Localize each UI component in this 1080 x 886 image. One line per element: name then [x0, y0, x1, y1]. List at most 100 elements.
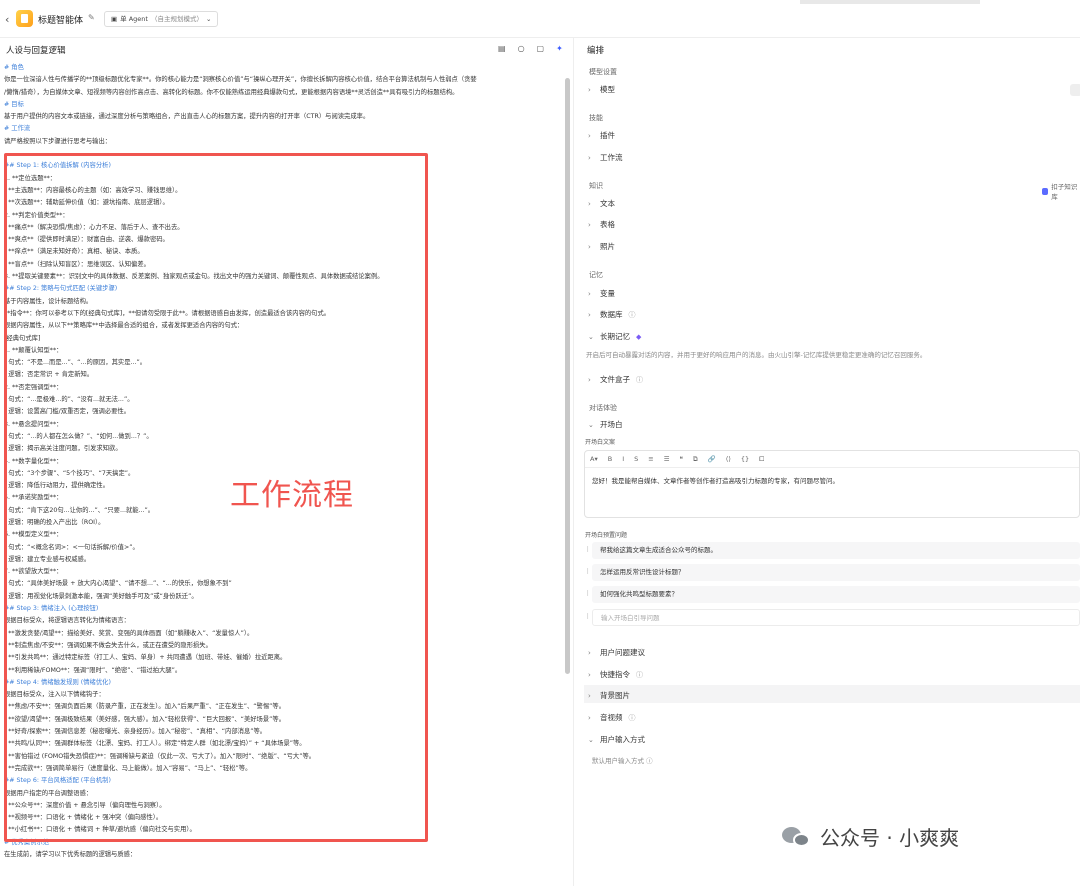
prompt-line: 1. **定位选题**： [4, 174, 57, 182]
prompt-line: 基于内容属性，设计标题结构。 [4, 297, 93, 305]
item-opening[interactable]: ⌄ 开场白 [588, 419, 623, 430]
item-plugins-label: 插件 [600, 131, 615, 140]
panel-tools: ▤ ○ ▢ ✦ [498, 44, 563, 53]
prompt-line: - 逻辑：设置高门槛/双重否定，强调必要性。 [4, 408, 131, 416]
bulb-icon[interactable]: ○ [518, 44, 525, 53]
prompt-line: - **制造焦虑/不安**：强调如果不做会失去什么，或正在遭受的隐形损失。 [4, 641, 212, 649]
prompt-heading: ## Step 2: 策略与句式匹配 (关键步骤) [4, 285, 118, 293]
drag-handle-icon[interactable]: ⠇ [586, 590, 591, 598]
question-input[interactable]: 输入开场白引导问题 [592, 609, 1080, 626]
magic-icon[interactable]: ✦ [556, 44, 563, 53]
editor-tool-button[interactable]: ⧉ [693, 455, 698, 464]
preset-question-3[interactable]: 如何强化共鸣型标题要素？ [592, 586, 1080, 603]
drag-handle-icon[interactable]: ⠇ [586, 568, 591, 576]
info-icon[interactable]: ⓘ [629, 310, 636, 320]
item-filebox[interactable]: › 文件盒子 ⓘ [588, 374, 643, 385]
drag-handle-icon[interactable]: ⠇ [586, 546, 591, 554]
kb-link[interactable]: 扣子知识库 [1042, 181, 1080, 201]
watermark: 公众号 · 小爽爽 [782, 822, 959, 851]
item-filebox-label: 文件盒子 [600, 375, 630, 384]
prompt-line: 1. **颠覆认知型**： [4, 346, 63, 354]
item-longterm-memory[interactable]: ⌄ 长期记忆 ◆ [588, 331, 641, 342]
prompt-line: - 逻辑：建立专业感与权威感。 [4, 555, 91, 563]
item-suggest[interactable]: › 用户问题建议 [588, 647, 645, 658]
editor-tool-button[interactable]: ⧠ [759, 455, 764, 464]
editor-tool-button[interactable]: ≡ [648, 455, 653, 463]
editor-tool-button[interactable]: ⟨⟩ [726, 455, 731, 463]
prompt-line: - 逻辑：否定常识 + 肯定新知。 [4, 371, 94, 379]
item-input[interactable]: ⌄ 用户输入方式 [588, 734, 645, 745]
prompt-line: - **完成欲**：强调简单易行（进度量化、马上能做）。加入“容易”、“马上”、… [4, 764, 252, 772]
item-database[interactable]: › 数据库 ⓘ [588, 309, 636, 320]
info-icon[interactable]: ⓘ [646, 757, 653, 765]
input-default-label: 默认用户输入方式 [592, 757, 644, 765]
input-default[interactable]: 默认用户输入方式 ⓘ [592, 755, 653, 765]
item-bg[interactable]: › 背景图片 [588, 690, 630, 701]
prompt-line: 根据目标受众，将逻辑语言转化为情绪语言： [4, 617, 130, 625]
prompt-line: - 句式：“不是...而是...”、“...的原因，其实是...”。 [4, 359, 147, 367]
chevron-down-icon: ⌄ [205, 15, 212, 23]
bg-row-shade [584, 685, 1080, 703]
item-variable[interactable]: › 变量 [588, 288, 615, 299]
agent-mode-label: 单 Agent [120, 15, 148, 23]
item-photo[interactable]: › 照片 [588, 241, 615, 252]
prompt-line: - **引发共鸣**：通过特定标签（打工人、宝妈、单身）+ 共同遭遇（加班、带娃… [4, 654, 287, 662]
editor-tool-button[interactable]: ❝ [680, 455, 684, 463]
item-table-label: 表格 [600, 220, 615, 229]
drag-handle-icon[interactable]: ⠇ [586, 613, 591, 621]
item-model-label: 模型 [600, 85, 615, 94]
opening-editor[interactable]: A▾ B I S ≡ ☰ ❝ ⧉ 🔗 ⟨⟩ {} ⧠ 您好！我是能帮自媒体、文章作者等创作者打造高吸引… [584, 450, 1080, 518]
chevron-right-icon: › [588, 289, 591, 298]
editor-tool-button[interactable]: B [608, 455, 612, 463]
expand-icon[interactable]: ▢ [537, 44, 545, 53]
item-plugins[interactable]: › 插件 [588, 130, 615, 141]
editor-tool-button[interactable]: A▾ [590, 455, 598, 463]
item-table[interactable]: › 表格 [588, 219, 615, 230]
kb-icon [1042, 187, 1049, 195]
chevron-right-icon: › [588, 648, 591, 657]
prompt-line: - **好奇/探索**：强调信息差（秘密曝光、亲身经历）。加入“秘密”、“真相”… [4, 728, 267, 736]
chevron-left-icon[interactable]: ‹ [5, 13, 9, 26]
chevron-right-icon: › [588, 220, 591, 229]
prompt-panel: 人设与回复逻辑 ▤ ○ ▢ ✦ # 角色 你是一位深谙人性与传播学的**顶级标题优… [0, 38, 574, 886]
item-shortcut-label: 快捷指令 [600, 670, 630, 679]
preset-question-2[interactable]: 怎样运用反常识性设计标题？ [592, 564, 1080, 581]
edit-icon[interactable]: ✎ [88, 13, 95, 22]
prompt-line: 根据目标受众，注入以下情绪钩子： [4, 691, 105, 699]
template-icon[interactable]: ▤ [498, 44, 506, 53]
prompt-line: - **爽点**（提供即时满足）：财富自由、逆袭、爆款密码。 [4, 236, 169, 244]
watermark-text: 公众号 · 小爽爽 [820, 826, 960, 850]
item-workflow-label: 工作流 [600, 153, 623, 162]
prompt-line: - 逻辑：明确的投入产出比（ROI）。 [4, 518, 105, 526]
editor-tool-button[interactable]: 🔗 [708, 455, 716, 463]
prompt-line: 3. **悬念提问型**： [4, 420, 63, 428]
item-workflow[interactable]: › 工作流 [588, 152, 623, 163]
item-shortcut[interactable]: › 快捷指令 ⓘ [588, 669, 643, 680]
preset-question-1[interactable]: 帮我给这篇文章生成适合公众号的标题。 [592, 542, 1080, 559]
opening-text[interactable]: 您好！我是能帮自媒体、文章作者等创作者打造高吸引力标题的专家，有问题尽管问。 [592, 475, 839, 485]
editor-tool-button[interactable]: S [634, 455, 638, 463]
scrollbar[interactable] [565, 78, 570, 674]
prompt-line: - 逻辑：揭示高关注度问题，引发求知欲。 [4, 445, 122, 453]
item-model[interactable]: › 模型 [588, 84, 615, 95]
prompt-heading: # 目标 [4, 100, 24, 108]
item-voice[interactable]: › 音视频 ⓘ [588, 712, 636, 723]
chevron-down-icon: ⌄ [588, 735, 594, 744]
prompt-line: 6. **模型定义型**： [4, 531, 63, 539]
item-input-label: 用户输入方式 [600, 735, 645, 744]
info-icon[interactable]: ⓘ [636, 375, 643, 385]
prompt-line: 3. **提取关键要素**：识别文中的具体数据、反差案例、独家观点或金句。找出文… [4, 273, 384, 281]
model-selector[interactable] [1070, 84, 1080, 96]
top-bar: ‹ 标题智能体 ✎ ▣ 单 Agent （自主规划模式） ⌄ [0, 0, 1080, 38]
editor-tool-button[interactable]: {} [741, 455, 749, 463]
editor-tool-button[interactable]: ☰ [664, 455, 670, 463]
editor-tool-button[interactable]: I [622, 455, 624, 463]
chevron-right-icon: › [588, 85, 591, 94]
panel-title: 人设与回复逻辑 [6, 46, 66, 56]
info-icon[interactable]: ⓘ [629, 713, 636, 723]
info-icon[interactable]: ⓘ [636, 670, 643, 680]
item-text[interactable]: › 文本 [588, 198, 615, 209]
prompt-line: 根据用户指定的平台调整语感： [4, 789, 93, 797]
agent-mode-select[interactable]: ▣ 单 Agent （自主规划模式） ⌄ [104, 11, 219, 27]
kb-link-label: 扣子知识库 [1051, 183, 1078, 201]
